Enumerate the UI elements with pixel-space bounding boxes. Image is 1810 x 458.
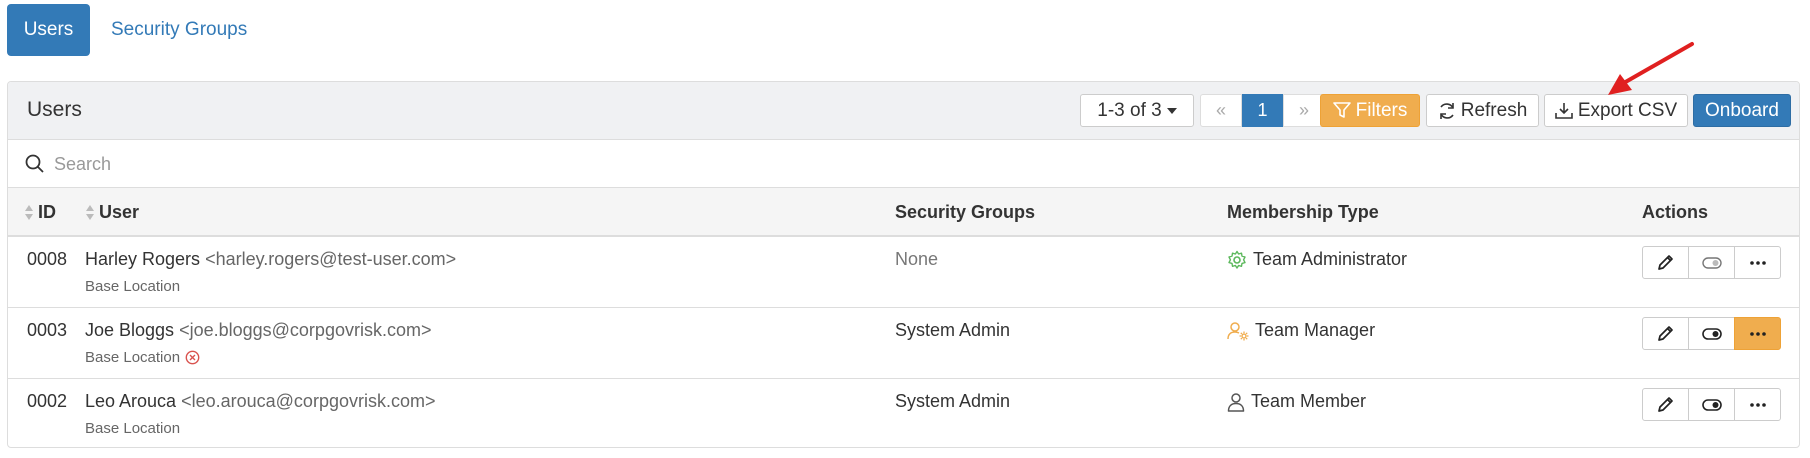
ellipsis-icon [1749, 331, 1766, 336]
row-actions [1642, 317, 1781, 350]
membership-label: Team Manager [1255, 320, 1376, 340]
edit-button[interactable] [1642, 388, 1689, 421]
more-options-button[interactable] [1734, 246, 1781, 279]
row-membership-type: Team Manager [1227, 320, 1375, 341]
user-name: Joe Bloggs [85, 320, 175, 340]
table-row: 0008 Harley Rogers <harley.rogers@test-u… [8, 237, 1799, 308]
page-1-button[interactable]: 1 [1242, 94, 1283, 127]
tab-bar: Users Security Groups [7, 4, 268, 56]
row-membership-type: Team Administrator [1227, 249, 1407, 270]
column-label-id: ID [38, 202, 56, 222]
user-location: Base Location [85, 278, 180, 295]
edit-button[interactable] [1642, 317, 1689, 350]
toggle-on-icon [1701, 327, 1722, 340]
row-security-groups: None [895, 249, 939, 269]
panel-toolbar: Users 1-3 of 3 « 1 » Filters Refresh Exp… [8, 82, 1799, 140]
gear-icon [1228, 250, 1246, 269]
tab-security-groups[interactable]: Security Groups [90, 4, 268, 56]
pagination: « 1 » [1200, 94, 1325, 127]
row-actions [1642, 246, 1781, 279]
export-csv-label: Export CSV [1577, 99, 1678, 121]
refresh-button[interactable]: Refresh [1426, 94, 1539, 127]
membership-label: Team Member [1251, 391, 1367, 411]
onboard-button[interactable]: Onboard [1693, 94, 1791, 127]
toggle-button[interactable] [1688, 317, 1735, 350]
toggle-off-icon [1701, 256, 1722, 269]
sort-icon [86, 205, 94, 220]
row-membership-type: Team Member [1227, 391, 1366, 412]
row-security-groups: System Admin [895, 320, 1011, 340]
pencil-icon [1658, 255, 1673, 270]
filters-label: Filters [1355, 99, 1408, 121]
onboard-label: Onboard [1705, 99, 1779, 121]
user-name: Harley Rogers [85, 249, 201, 269]
first-page-button[interactable]: « [1200, 94, 1242, 127]
pencil-icon [1658, 397, 1673, 412]
user-location: Base Location [85, 349, 200, 366]
location-label: Base Location [85, 420, 181, 437]
row-id: 0008 [27, 249, 68, 269]
row-id: 0003 [27, 320, 68, 340]
table-row: 0002 Leo Arouca <leo.arouca@corpgovrisk.… [8, 379, 1799, 447]
search-bar [8, 140, 1799, 188]
user-name: Leo Arouca [85, 391, 177, 411]
user-email: <harley.rogers@test-user.com> [205, 249, 457, 269]
location-label: Base Location [85, 278, 181, 295]
toggle-button[interactable] [1688, 246, 1735, 279]
annotation-arrow-icon [1608, 42, 1694, 95]
ellipsis-icon [1749, 260, 1766, 265]
pencil-icon [1658, 326, 1673, 341]
edit-button[interactable] [1642, 246, 1689, 279]
membership-label: Team Administrator [1253, 249, 1408, 269]
more-options-button[interactable] [1734, 317, 1781, 350]
table-row: 0003 Joe Bloggs <joe.bloggs@corpgovrisk.… [8, 308, 1799, 379]
range-dropdown[interactable]: 1-3 of 3 [1080, 94, 1194, 127]
sort-icon [25, 205, 33, 220]
more-options-button[interactable] [1734, 388, 1781, 421]
location-label: Base Location [85, 349, 181, 366]
column-header-user[interactable]: User [85, 202, 139, 223]
column-header-security-groups: Security Groups [895, 202, 1036, 222]
toggle-on-icon [1701, 398, 1722, 411]
caret-down-icon [1166, 107, 1177, 114]
ellipsis-icon [1749, 402, 1766, 407]
error-circle-icon[interactable] [185, 350, 200, 365]
refresh-icon [1439, 102, 1454, 119]
users-panel: Users 1-3 of 3 « 1 » Filters Refresh Exp… [7, 81, 1800, 448]
column-header-id[interactable]: ID [24, 202, 56, 223]
refresh-label: Refresh [1460, 99, 1528, 121]
filters-button[interactable]: Filters [1320, 94, 1420, 127]
row-user: Harley Rogers <harley.rogers@test-user.c… [85, 249, 456, 270]
column-label-user: User [99, 202, 140, 222]
row-id: 0002 [27, 391, 68, 411]
user-location: Base Location [85, 420, 180, 437]
column-header-membership-type: Membership Type [1227, 202, 1379, 222]
row-security-groups: System Admin [895, 391, 1011, 411]
search-icon [25, 154, 44, 173]
table-header: ID User Security Groups Membership Type … [8, 188, 1799, 237]
user-icon [1227, 392, 1245, 412]
tab-users[interactable]: Users [7, 4, 90, 56]
panel-title: Users [27, 98, 82, 121]
user-gear-icon [1227, 321, 1249, 340]
column-header-actions: Actions [1642, 202, 1709, 222]
toggle-button[interactable] [1688, 388, 1735, 421]
range-dropdown-label: 1-3 of 3 [1097, 99, 1162, 121]
download-icon [1555, 102, 1573, 119]
row-user: Leo Arouca <leo.arouca@corpgovrisk.com> [85, 391, 435, 412]
search-input[interactable] [52, 148, 956, 180]
row-user: Joe Bloggs <joe.bloggs@corpgovrisk.com> [85, 320, 431, 341]
user-email: <joe.bloggs@corpgovrisk.com> [179, 320, 432, 340]
last-page-button[interactable]: » [1283, 94, 1325, 127]
filter-icon [1332, 102, 1351, 118]
row-actions [1642, 388, 1781, 421]
user-email: <leo.arouca@corpgovrisk.com> [181, 391, 436, 411]
